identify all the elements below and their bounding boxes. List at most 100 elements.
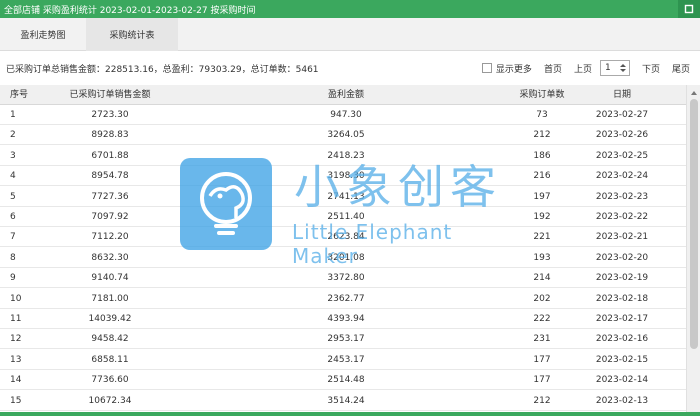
cell-sales: 6701.88	[91, 150, 129, 161]
cell-index: 2	[10, 130, 16, 141]
cell-profit: 3372.80	[327, 273, 365, 284]
table-row[interactable]: 1 2723.30 947.30 73 2023-02-27	[0, 105, 686, 125]
cell-date: 2023-02-17	[595, 314, 649, 324]
cell-profit: 2362.77	[327, 293, 365, 304]
cell-profit: 4393.94	[327, 314, 365, 324]
cell-orders: 73	[536, 110, 548, 120]
cell-date: 2023-02-16	[595, 334, 649, 345]
cell-sales: 2723.30	[91, 110, 129, 120]
cell-profit: 2453.17	[327, 354, 365, 365]
table-row[interactable]: 8 8632.30 3201.08 193 2023-02-20	[0, 248, 686, 268]
show-more-checkbox[interactable]	[481, 63, 492, 73]
tab-purchase-table[interactable]: 采购统计表	[86, 18, 178, 51]
cell-orders: 177	[533, 354, 551, 365]
spin-down-icon[interactable]	[619, 69, 626, 72]
page-number-input[interactable]: 1	[599, 60, 630, 76]
cell-index: 1	[10, 110, 16, 120]
table-row[interactable]: 5 7727.36 2741.13 197 2023-02-23	[0, 187, 686, 207]
close-button[interactable]	[678, 0, 700, 18]
cell-profit: 2953.17	[327, 334, 365, 345]
cell-sales: 9140.74	[91, 273, 129, 284]
cell-orders: 192	[533, 212, 551, 222]
cell-orders: 193	[533, 252, 551, 263]
cell-profit: 3264.05	[327, 130, 365, 141]
scroll-thumb[interactable]	[690, 99, 698, 349]
cell-index: 8	[10, 252, 16, 263]
cell-date: 2023-02-22	[595, 212, 649, 222]
table-row[interactable]: 14 7736.60 2514.48 177 2023-02-14	[0, 370, 686, 391]
tab-profit-trend[interactable]: 盈利走势图	[0, 18, 86, 51]
cell-sales: 8632.30	[91, 252, 129, 263]
window-title: 全部店铺 采购盈利统计 2023-02-01-2023-02-27 按采购时间	[4, 5, 256, 16]
cell-profit: 2514.48	[327, 375, 365, 386]
header-date[interactable]: 日期	[590, 85, 654, 105]
table-row[interactable]: 13 6858.11 2453.17 177 2023-02-15	[0, 350, 686, 370]
cell-date: 2023-02-27	[595, 110, 649, 120]
table-row[interactable]: 3 6701.88 2418.23 186 2023-02-25	[0, 146, 686, 166]
cell-index: 3	[10, 150, 16, 161]
cell-sales: 10672.34	[88, 395, 132, 406]
table-row[interactable]: 6 7097.92 2511.40 192 2023-02-22	[0, 207, 686, 227]
cell-orders: 212	[533, 395, 551, 406]
table-row[interactable]: 15 10672.34 3514.24 212 2023-02-13	[0, 391, 686, 411]
cell-orders: 214	[533, 273, 551, 284]
cell-sales: 8928.83	[91, 130, 129, 141]
cell-orders: 177	[533, 375, 551, 386]
header-profit[interactable]: 盈利金额	[300, 85, 392, 105]
cell-date: 2023-02-23	[595, 191, 649, 202]
table-row[interactable]: 10 7181.00 2362.77 202 2023-02-18	[0, 289, 686, 309]
spin-up-icon[interactable]	[619, 64, 626, 67]
prev-page-link[interactable]: 上页	[574, 62, 592, 75]
cell-date: 2023-02-21	[595, 232, 649, 243]
cell-sales: 14039.42	[88, 314, 132, 324]
cell-orders: 212	[533, 130, 551, 141]
last-page-link[interactable]: 尾页	[672, 62, 690, 75]
table-row[interactable]: 11 14039.42 4393.94 222 2023-02-17	[0, 309, 686, 329]
cell-index: 11	[10, 314, 22, 324]
cell-date: 2023-02-19	[595, 273, 649, 284]
cell-index: 6	[10, 212, 16, 222]
vertical-scrollbar[interactable]	[686, 85, 700, 412]
cell-profit: 2623.84	[327, 232, 365, 243]
tab-bar: 盈利走势图 采购统计表	[0, 18, 700, 51]
cell-profit: 2741.13	[327, 191, 365, 202]
cell-orders: 231	[533, 334, 551, 345]
cell-orders: 186	[533, 150, 551, 161]
cell-profit: 2418.23	[327, 150, 365, 161]
cell-sales: 7097.92	[91, 212, 129, 222]
tab-label: 盈利走势图	[20, 31, 66, 41]
summary-text: 已采购订单总销售金额：228513.16，总盈利：79303.29，总订单数：5…	[6, 64, 319, 75]
window-titlebar: 全部店铺 采购盈利统计 2023-02-01-2023-02-27 按采购时间	[0, 0, 700, 18]
cell-index: 13	[10, 354, 22, 365]
cell-date: 2023-02-24	[595, 171, 649, 182]
cell-profit: 947.30	[330, 110, 362, 120]
purchase-table: 序号 已采购订单销售金额 盈利金额 采购订单数 日期 1 2723.30 947.3…	[0, 85, 686, 412]
cell-sales: 7727.36	[91, 191, 129, 202]
cell-sales: 6858.11	[91, 354, 129, 365]
cell-orders: 221	[533, 232, 551, 243]
cell-sales: 7736.60	[91, 375, 129, 386]
next-page-link[interactable]: 下页	[642, 62, 660, 75]
table-row[interactable]: 9 9140.74 3372.80 214 2023-02-19	[0, 268, 686, 289]
cell-index: 10	[10, 293, 22, 304]
header-orders[interactable]: 采购订单数	[494, 85, 590, 105]
table-row[interactable]: 12 9458.42 2953.17 231 2023-02-16	[0, 329, 686, 350]
cell-orders: 222	[533, 314, 551, 324]
cell-index: 7	[10, 232, 16, 243]
cell-profit: 3514.24	[327, 395, 365, 406]
table-row[interactable]: 2 8928.83 3264.05 212 2023-02-26	[0, 125, 686, 146]
cell-date: 2023-02-20	[595, 252, 649, 263]
header-index[interactable]: 序号	[10, 85, 28, 105]
first-page-link[interactable]: 首页	[544, 62, 562, 75]
cell-index: 9	[10, 273, 16, 284]
table-row[interactable]: 4 8954.78 3198.30 216 2023-02-24	[0, 166, 686, 187]
scroll-up-icon[interactable]	[691, 91, 697, 95]
cell-index: 12	[10, 334, 22, 345]
cell-date: 2023-02-14	[595, 375, 649, 386]
show-more-label: 显示更多	[495, 64, 532, 75]
page-spinner[interactable]	[619, 61, 627, 75]
cell-index: 14	[10, 375, 22, 386]
cell-date: 2023-02-13	[595, 395, 649, 406]
header-sales[interactable]: 已采购订单销售金额	[60, 85, 160, 105]
table-row[interactable]: 7 7112.20 2623.84 221 2023-02-21	[0, 227, 686, 248]
